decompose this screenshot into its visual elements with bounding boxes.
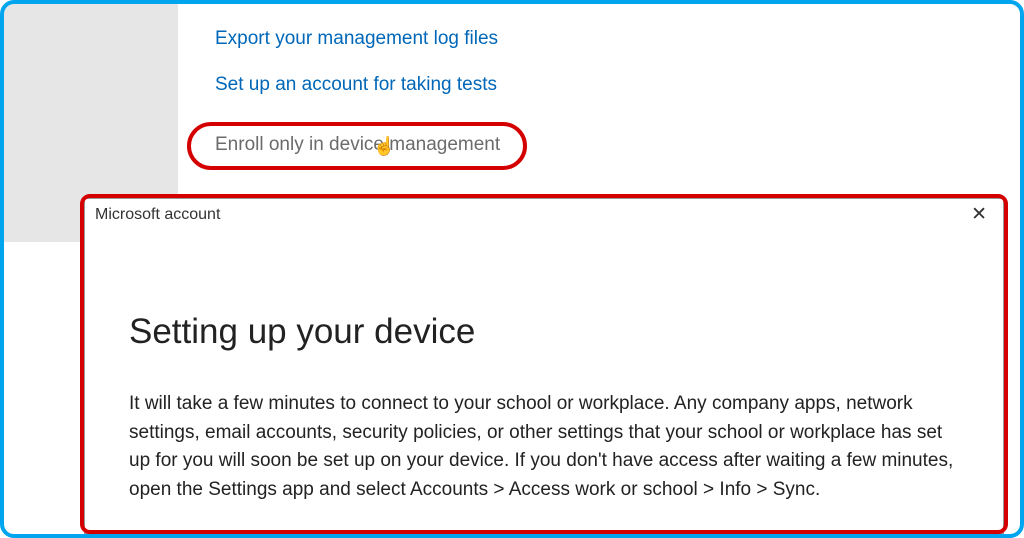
dialog-heading: Setting up your device [129, 312, 959, 352]
enroll-device-link-wrapper: Enroll only in device management ☝ [203, 126, 518, 166]
dialog-paragraph: It will take a few minutes to connect to… [129, 390, 959, 504]
settings-links-list: Export your management log files Set up … [215, 28, 518, 166]
close-icon[interactable]: ✕ [965, 203, 993, 226]
microsoft-account-dialog: Microsoft account ✕ Setting up your devi… [84, 198, 1004, 534]
dialog-title: Microsoft account [95, 206, 220, 224]
dialog-titlebar: Microsoft account ✕ [85, 199, 1003, 230]
dialog-body: Setting up your device It will take a fe… [85, 230, 1003, 504]
enroll-device-link[interactable]: Enroll only in device management [215, 134, 500, 155]
export-logs-link[interactable]: Export your management log files [215, 28, 518, 50]
setup-tests-link[interactable]: Set up an account for taking tests [215, 74, 518, 96]
